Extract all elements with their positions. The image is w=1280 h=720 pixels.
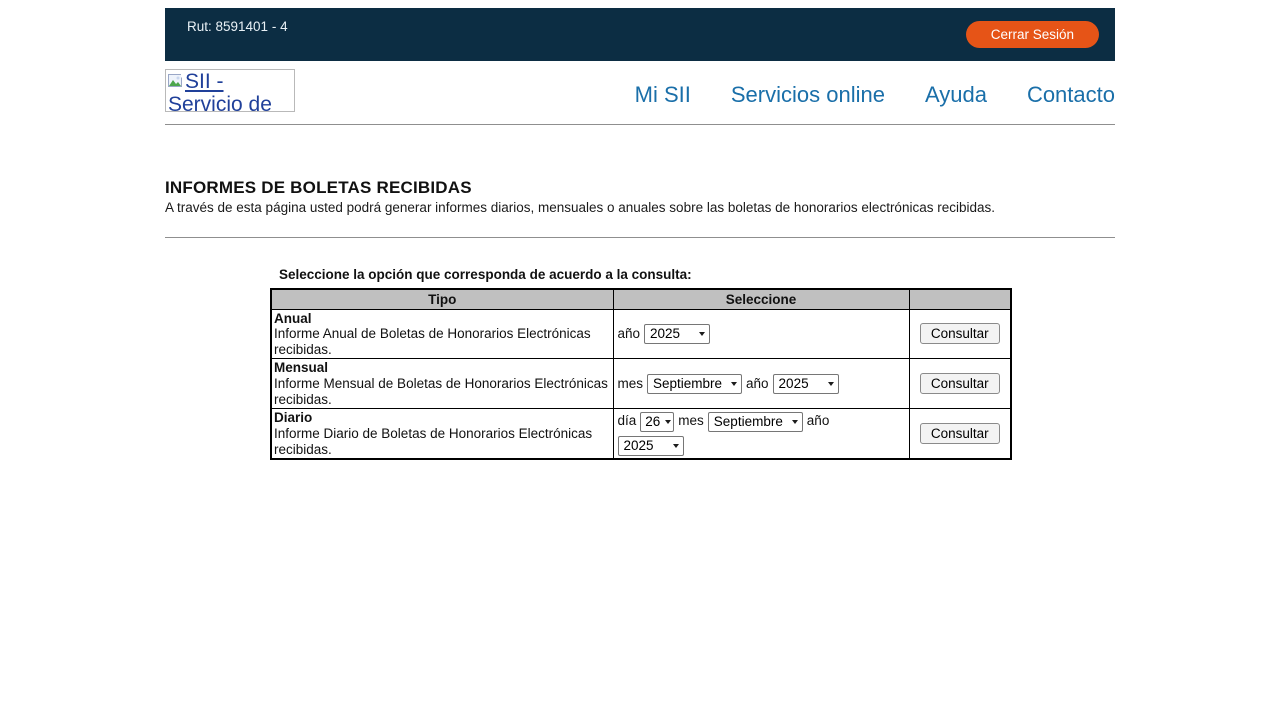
mensual-year-select[interactable]: 2025 bbox=[773, 374, 839, 394]
anual-select-cell: año2025 bbox=[613, 309, 909, 359]
nav-item-mi-sii[interactable]: Mi SII bbox=[635, 82, 691, 108]
sii-logo-link[interactable]: SII - Servicio de bbox=[165, 69, 295, 112]
logout-button[interactable]: Cerrar Sesión bbox=[966, 21, 1099, 48]
diario-consultar-button[interactable]: Consultar bbox=[920, 423, 1000, 444]
anual-year-select[interactable]: 2025 bbox=[644, 324, 710, 344]
main-nav: Mi SII Servicios online Ayuda Contacto bbox=[635, 82, 1115, 108]
table-row-mensual: MensualInforme Mensual de Boletas de Hon… bbox=[271, 359, 1011, 409]
content-divider bbox=[165, 237, 1115, 238]
anual-year-label: año bbox=[618, 326, 641, 341]
mensual-month-select[interactable]: Septiembre bbox=[647, 374, 742, 394]
mensual-type-label: Mensual bbox=[274, 360, 611, 376]
header-tipo: Tipo bbox=[271, 289, 613, 309]
table-header-row: Tipo Seleccione bbox=[271, 289, 1011, 309]
report-table-section: Seleccione la opción que corresponda de … bbox=[270, 267, 1010, 460]
diario-action-cell: Consultar bbox=[909, 409, 1011, 459]
page-title: INFORMES DE BOLETAS RECIBIDAS bbox=[165, 178, 1115, 198]
mensual-select-cell: mesSeptiembre año 2025 bbox=[613, 359, 909, 409]
header-row: SII - Servicio de Mi SII Servicios onlin… bbox=[165, 61, 1115, 124]
mensual-type-cell: MensualInforme Mensual de Boletas de Hon… bbox=[271, 359, 613, 409]
page-description: A través de esta página usted podrá gene… bbox=[165, 200, 1115, 215]
top-bar: Rut: 8591401 - 4 Cerrar Sesión bbox=[165, 8, 1115, 61]
diario-day-label: día bbox=[618, 413, 637, 428]
table-caption: Seleccione la opción que corresponda de … bbox=[270, 267, 1010, 282]
page-container: Rut: 8591401 - 4 Cerrar Sesión SII - Ser… bbox=[165, 8, 1115, 460]
diario-type-cell: DiarioInforme Diario de Boletas de Honor… bbox=[271, 409, 613, 459]
anual-type-cell: AnualInforme Anual de Boletas de Honorar… bbox=[271, 309, 613, 359]
anual-type-label: Anual bbox=[274, 311, 611, 327]
diario-select-cell: día26 mes Septiembre año 2025 bbox=[613, 409, 909, 459]
mensual-month-select-wrap: Septiembre bbox=[647, 374, 742, 394]
diario-day-select[interactable]: 26 bbox=[640, 412, 674, 432]
diario-month-select-wrap: Septiembre bbox=[708, 412, 803, 432]
anual-year-select-wrap: 2025 bbox=[644, 324, 710, 344]
mensual-consultar-button[interactable]: Consultar bbox=[920, 373, 1000, 394]
diario-year-select[interactable]: 2025 bbox=[618, 436, 684, 456]
anual-type-description: Informe Anual de Boletas de Honorarios E… bbox=[274, 326, 591, 357]
mensual-year-label: año bbox=[746, 376, 769, 391]
diario-year-select-wrap: 2025 bbox=[618, 436, 684, 456]
mensual-type-description: Informe Mensual de Boletas de Honorarios… bbox=[274, 376, 608, 407]
report-options-table: Tipo Seleccione AnualInforme Anual de Bo… bbox=[270, 288, 1012, 460]
anual-action-cell: Consultar bbox=[909, 309, 1011, 359]
broken-image-icon bbox=[168, 74, 184, 93]
diario-year-label: año bbox=[807, 413, 830, 428]
header-seleccione: Seleccione bbox=[613, 289, 909, 309]
mensual-year-select-wrap: 2025 bbox=[773, 374, 839, 394]
header-empty bbox=[909, 289, 1011, 309]
anual-consultar-button[interactable]: Consultar bbox=[920, 323, 1000, 344]
nav-item-servicios-online[interactable]: Servicios online bbox=[731, 82, 885, 108]
diario-day-select-wrap: 26 bbox=[640, 412, 674, 432]
diario-type-description: Informe Diario de Boletas de Honorarios … bbox=[274, 426, 592, 457]
table-row-anual: AnualInforme Anual de Boletas de Honorar… bbox=[271, 309, 1011, 359]
mensual-action-cell: Consultar bbox=[909, 359, 1011, 409]
diario-month-select[interactable]: Septiembre bbox=[708, 412, 803, 432]
table-row-diario: DiarioInforme Diario de Boletas de Honor… bbox=[271, 409, 1011, 459]
header-divider bbox=[165, 124, 1115, 125]
mensual-month-label: mes bbox=[618, 376, 644, 391]
nav-item-contacto[interactable]: Contacto bbox=[1027, 82, 1115, 108]
diario-month-label: mes bbox=[678, 413, 704, 428]
diario-type-label: Diario bbox=[274, 410, 611, 426]
nav-item-ayuda[interactable]: Ayuda bbox=[925, 82, 987, 108]
rut-label: Rut: 8591401 - 4 bbox=[187, 19, 288, 34]
